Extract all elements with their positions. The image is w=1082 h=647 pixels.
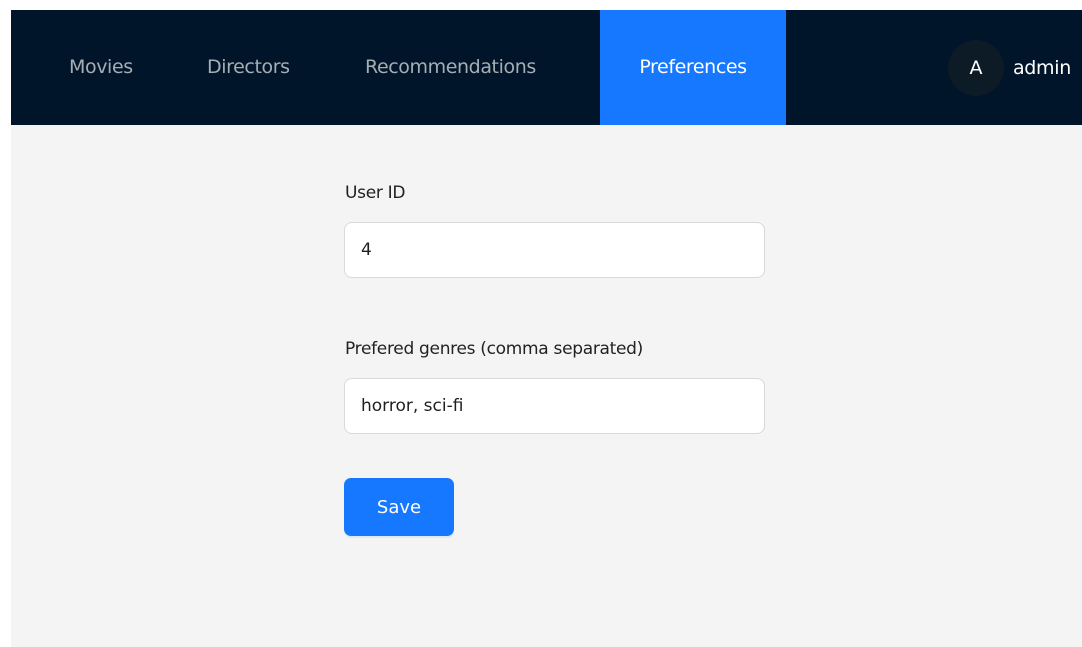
app-frame: Movies Directors Recommendations Prefere… — [11, 10, 1082, 647]
nav-item-recommendations[interactable]: Recommendations — [365, 10, 536, 125]
preferred-genres-input[interactable] — [344, 378, 765, 434]
username: admin — [1012, 56, 1071, 79]
user-id-input[interactable] — [344, 222, 765, 278]
preferred-genres-label: Prefered genres (comma separated) — [345, 339, 644, 359]
top-navbar: Movies Directors Recommendations Prefere… — [11, 10, 1082, 125]
avatar[interactable]: A — [947, 39, 1004, 96]
nav-item-movies[interactable]: Movies — [69, 10, 133, 125]
nav-item-preferences[interactable]: Preferences — [600, 10, 786, 125]
user-id-label: User ID — [345, 183, 406, 203]
user-menu[interactable]: A admin — [947, 10, 1082, 125]
nav-item-directors[interactable]: Directors — [207, 10, 290, 125]
save-button[interactable]: Save — [344, 478, 454, 536]
